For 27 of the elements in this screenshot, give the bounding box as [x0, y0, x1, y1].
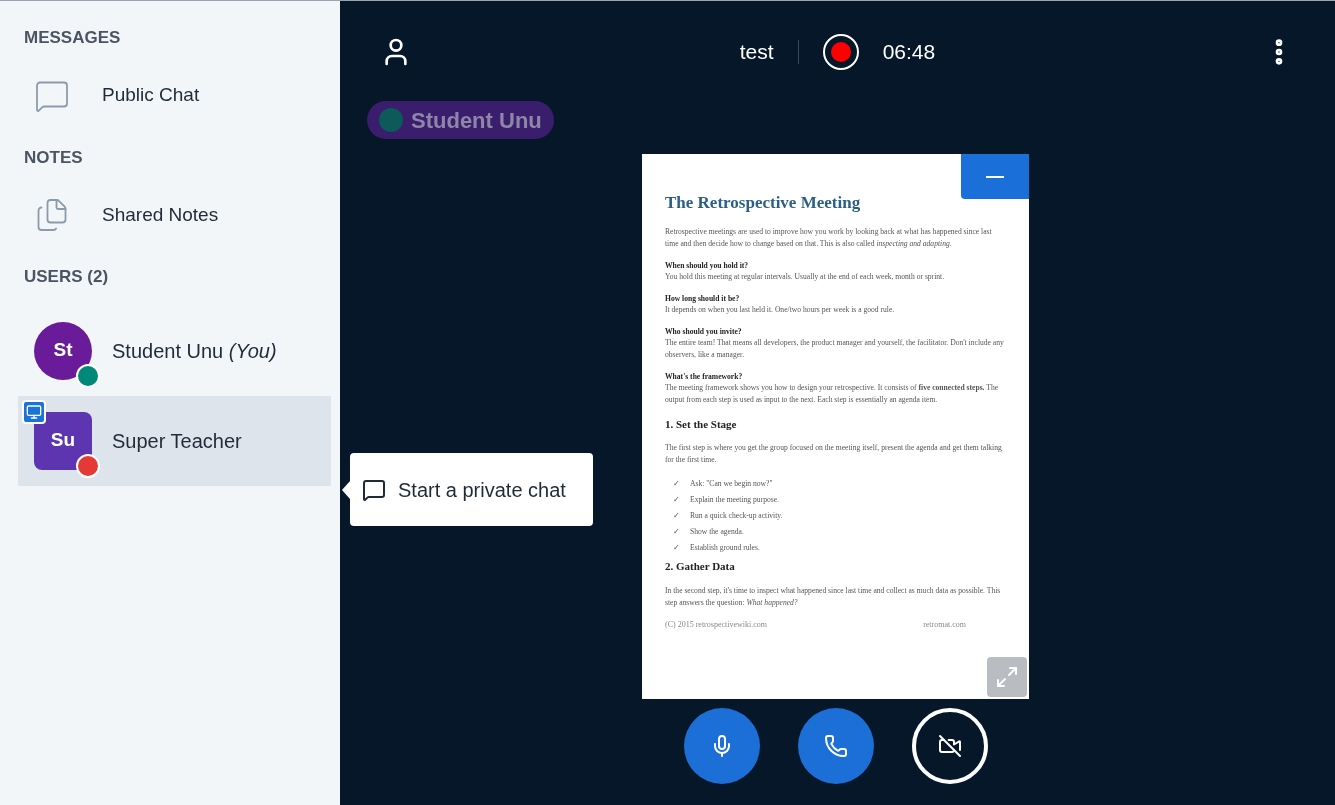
user-avatar: Su [34, 411, 92, 470]
chat-bubble-icon [362, 477, 386, 502]
video-button[interactable] [911, 708, 988, 784]
minus-icon [986, 175, 1004, 178]
document-heading: 1. Set the Stage [665, 416, 738, 432]
user-name: Student Unu (You) [112, 338, 277, 364]
user-item[interactable]: St Student Unu (You) [18, 305, 331, 396]
tooltip-text: Start a private chat [398, 477, 566, 503]
section-heading: MESSAGES [23, 27, 122, 49]
document-footer: (C) 2015 retrospectivewiki.com [665, 618, 767, 631]
user-name: Super Teacher [112, 428, 242, 454]
document-heading: 2. Gather Data [665, 559, 736, 574]
section-heading: USERS (2) [23, 266, 110, 288]
document-title: The Retrospective Meeting [665, 192, 862, 214]
recording-icon[interactable] [822, 34, 859, 70]
expand-icon [995, 665, 1019, 689]
sidebar-item[interactable]: Shared Notes [18, 182, 332, 248]
recording-timer: 06:48 [882, 39, 936, 66]
section-heading: NOTES [23, 146, 84, 169]
phone-icon [823, 734, 848, 758]
user-avatar: St [34, 321, 92, 380]
document-footer: retromat.com [923, 618, 966, 631]
meeting-title: test [739, 39, 774, 66]
talking-indicator: Student Unu [367, 101, 554, 139]
user-item[interactable]: Su Super Teacher [18, 395, 331, 486]
camera-off-icon [937, 734, 962, 758]
sidebar-item[interactable]: Public Chat [18, 62, 332, 129]
